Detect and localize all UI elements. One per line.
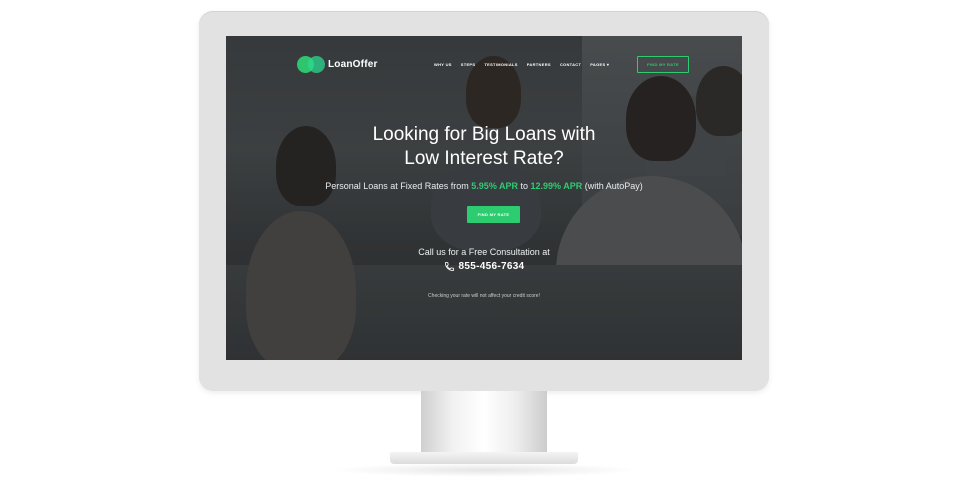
hero-subtitle: Personal Loans at Fixed Rates from 5.95%… bbox=[226, 181, 742, 191]
chevron-down-icon: ▾ bbox=[606, 62, 610, 67]
hero-title-line-2: Low Interest Rate? bbox=[404, 148, 564, 169]
phone-number: 855-456-7634 bbox=[458, 261, 525, 272]
credit-disclaimer: Checking your rate will not affect your … bbox=[428, 293, 540, 299]
nav-item-contact[interactable]: CONTACT bbox=[560, 62, 581, 67]
main-menu: WHY US STEPS TESTIMONIALS PARTNERS CONTA… bbox=[434, 62, 609, 67]
nav-item-pages-label: PAGES bbox=[590, 62, 606, 67]
hero-title: Looking for Big Loans with Low Interest … bbox=[226, 123, 742, 171]
hero-sub-suffix: (with AutoPay) bbox=[584, 181, 643, 191]
nav-item-partners[interactable]: PARTNERS bbox=[527, 62, 551, 67]
nav-item-steps[interactable]: STEPS bbox=[461, 62, 476, 67]
monitor-shadow bbox=[330, 463, 640, 477]
brand-logo[interactable]: LoanOffer bbox=[297, 56, 378, 73]
brand-name: LoanOffer bbox=[328, 59, 378, 70]
hero-find-rate-button[interactable]: FIND MY RATE bbox=[467, 206, 520, 223]
nav-find-rate-button[interactable]: FIND MY RATE bbox=[637, 56, 689, 73]
monitor-stand-neck bbox=[421, 391, 547, 453]
hero-sub-prefix: Personal Loans at Fixed Rates from bbox=[325, 181, 469, 191]
apr-low: 5.95% APR bbox=[471, 181, 518, 191]
phone-contact[interactable]: 855-456-7634 bbox=[226, 261, 742, 272]
hero-sub-to: to bbox=[520, 181, 529, 191]
consultation-text: Call us for a Free Consultation at bbox=[418, 247, 550, 257]
monitor-screen: LoanOffer WHY US STEPS TESTIMONIALS PART… bbox=[226, 36, 742, 360]
top-navbar: LoanOffer WHY US STEPS TESTIMONIALS PART… bbox=[226, 36, 742, 96]
nav-item-testimonials[interactable]: TESTIMONIALS bbox=[484, 62, 517, 67]
phone-icon bbox=[444, 261, 454, 272]
hero-title-line-1: Looking for Big Loans with bbox=[372, 124, 596, 145]
logo-icon bbox=[297, 56, 325, 73]
nav-item-why-us[interactable]: WHY US bbox=[434, 62, 452, 67]
nav-item-pages[interactable]: PAGES ▾ bbox=[590, 62, 609, 67]
apr-high: 12.99% APR bbox=[530, 181, 583, 191]
